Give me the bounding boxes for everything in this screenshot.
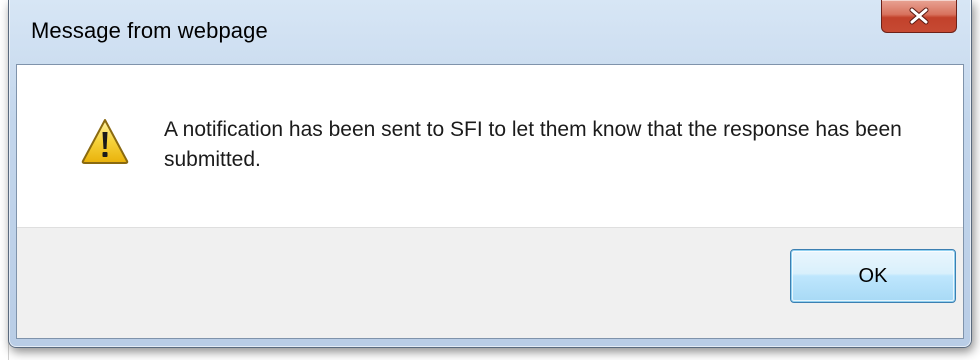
close-icon xyxy=(908,7,930,25)
warning-icon xyxy=(80,117,130,165)
dialog-title: Message from webpage xyxy=(31,18,268,43)
message-area: A notification has been sent to SFI to l… xyxy=(17,65,963,227)
ok-button[interactable]: OK xyxy=(790,249,956,303)
dialog-client-area: A notification has been sent to SFI to l… xyxy=(16,64,964,339)
button-area: OK xyxy=(17,227,963,338)
message-text: A notification has been sent to SFI to l… xyxy=(164,118,902,171)
dialog-title-bar[interactable]: Message from webpage xyxy=(9,0,971,64)
message-dialog: Message from webpage A notification has … xyxy=(8,0,972,348)
close-button[interactable] xyxy=(881,0,957,33)
